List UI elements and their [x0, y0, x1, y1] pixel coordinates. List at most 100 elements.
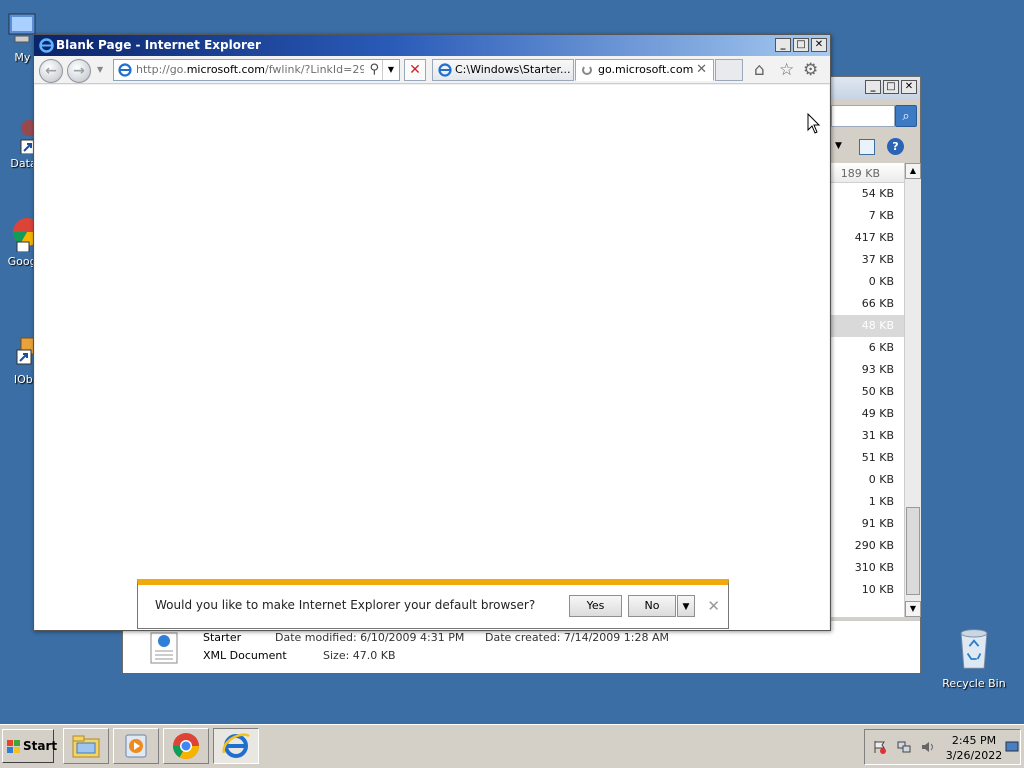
ie-page-icon	[118, 63, 132, 77]
taskbar-internet-explorer[interactable]	[213, 728, 259, 764]
tab-close-icon[interactable]: ✕	[696, 60, 707, 80]
desktop-icon-recycle-bin[interactable]: Recycle Bin	[939, 626, 1009, 690]
size-column-header[interactable]: 189 KB	[831, 163, 904, 183]
address-dropdown-icon[interactable]: ▼	[382, 60, 399, 80]
partial-size-label: 189 KB	[840, 167, 880, 180]
stop-icon: ✕	[409, 62, 421, 78]
recycle-bin-icon	[954, 626, 994, 674]
notification-close-icon[interactable]: ✕	[707, 597, 720, 615]
minimize-button[interactable]: _	[865, 80, 881, 94]
explorer-scrollbar[interactable]: ▲ ▼	[904, 163, 921, 617]
file-size: Size: 47.0 KB	[323, 649, 396, 662]
file-size-cell[interactable]: 310 KB	[831, 557, 904, 579]
explorer-search-input[interactable]	[831, 105, 895, 127]
volume-icon[interactable]	[921, 740, 935, 754]
date-modified: Date modified: 6/10/2009 4:31 PM	[275, 631, 465, 644]
file-size-cell[interactable]: 290 KB	[831, 535, 904, 557]
file-size-cell[interactable]: 31 KB	[831, 425, 904, 447]
ie-title-bar[interactable]: Blank Page - Internet Explorer _ □ ✕	[34, 35, 830, 56]
scroll-up-icon[interactable]: ▲	[905, 163, 921, 179]
file-size-cell[interactable]: 1 KB	[831, 491, 904, 513]
minimize-button[interactable]: _	[775, 38, 791, 52]
scroll-down-icon[interactable]: ▼	[905, 601, 921, 617]
windows-logo-icon	[7, 740, 20, 753]
file-size-cell[interactable]: 51 KB	[831, 447, 904, 469]
system-tray: 2:45 PM 3/26/2022	[864, 729, 1021, 765]
action-center-flag-icon[interactable]	[873, 740, 887, 754]
file-size-cell[interactable]: 93 KB	[831, 359, 904, 381]
ie-window-title: Blank Page - Internet Explorer	[56, 38, 261, 52]
scroll-thumb[interactable]	[906, 507, 920, 595]
back-button[interactable]: ←	[39, 59, 63, 83]
home-icon[interactable]: ⌂	[754, 61, 765, 79]
chrome-icon	[172, 733, 200, 760]
tab-windows-starter[interactable]: C:\Windows\Starter...	[432, 59, 574, 81]
iobit-shortcut-icon	[1, 334, 37, 370]
file-size-cell[interactable]: 50 KB	[831, 381, 904, 403]
file-type: XML Document	[203, 649, 287, 662]
history-dropdown-icon[interactable]: ▼	[97, 65, 103, 74]
folder-icon	[72, 735, 100, 758]
close-button[interactable]: ✕	[811, 38, 827, 52]
file-size-cell[interactable]: 49 KB	[831, 403, 904, 425]
no-button[interactable]: No	[628, 595, 676, 617]
maximize-button[interactable]: □	[883, 80, 899, 94]
file-name: Starter	[203, 631, 242, 644]
ie-window-controls: _ □ ✕	[775, 38, 827, 52]
ie-window[interactable]: Blank Page - Internet Explorer _ □ ✕ ← →…	[33, 34, 831, 631]
no-options-dropdown[interactable]: ▼	[677, 595, 695, 617]
explorer-file-list[interactable]: 189 KB 54 KB 7 KB 417 KB 37 KB 0 KB 66 KB 48 K…	[831, 163, 904, 617]
taskbar-file-explorer[interactable]	[63, 728, 109, 764]
file-size-cell[interactable]: 66 KB	[831, 293, 904, 315]
clock[interactable]: 2:45 PM 3/26/2022	[945, 733, 1003, 763]
chevron-down-icon[interactable]: ▼	[835, 141, 842, 151]
desktop-icon-label: Recycle Bin	[942, 677, 1006, 690]
ie-page-icon	[438, 63, 452, 77]
forward-button[interactable]: →	[67, 59, 91, 83]
tab-label: go.microsoft.com	[598, 63, 694, 76]
file-size-cell[interactable]: 7 KB	[831, 205, 904, 227]
media-player-icon	[125, 734, 147, 758]
file-size-cell[interactable]: 54 KB	[831, 183, 904, 205]
network-icon[interactable]	[897, 740, 911, 754]
favorites-star-icon[interactable]: ☆	[779, 61, 794, 79]
ie-navigation-bar: ← → ▼ http://go.microsoft.com/fwlink/?Li…	[34, 56, 830, 84]
date-created: Date created: 7/14/2009 1:28 AM	[485, 631, 670, 644]
url-suffix: /fwlink/?LinkId=299201	[265, 63, 364, 76]
tab-go-microsoft[interactable]: go.microsoft.com ✕	[575, 59, 714, 81]
xml-document-icon	[149, 631, 181, 665]
forward-arrow-icon: →	[73, 63, 85, 79]
start-button[interactable]: Start	[2, 729, 57, 763]
file-size-cell[interactable]: 37 KB	[831, 249, 904, 271]
address-bar[interactable]: http://go.microsoft.com/fwlink/?LinkId=2…	[113, 59, 400, 81]
settings-gear-icon[interactable]: ⚙	[803, 61, 818, 79]
url-domain: microsoft.com	[186, 63, 265, 76]
taskbar-media-player[interactable]	[113, 728, 159, 764]
file-size-cell[interactable]: 91 KB	[831, 513, 904, 535]
help-icon[interactable]: ?	[887, 138, 904, 155]
ie-page-content[interactable]	[35, 85, 829, 630]
taskbar-chrome[interactable]	[163, 728, 209, 764]
mouse-cursor-icon	[807, 113, 821, 134]
file-size-cell[interactable]: 10 KB	[831, 579, 904, 601]
file-size-cell[interactable]: 0 KB	[831, 469, 904, 491]
preview-pane-icon[interactable]	[859, 139, 875, 155]
close-button[interactable]: ✕	[901, 80, 917, 94]
default-browser-notification: Would you like to make Internet Explorer…	[137, 579, 729, 629]
stop-button[interactable]: ✕	[404, 59, 426, 81]
search-icon[interactable]: ⌕	[895, 105, 917, 127]
explorer-toolbar: ▼ ?	[831, 137, 919, 161]
file-size-cell[interactable]: 417 KB	[831, 227, 904, 249]
new-tab-button[interactable]	[715, 59, 743, 81]
clock-time: 2:45 PM	[951, 734, 997, 747]
file-size-cell[interactable]: 0 KB	[831, 271, 904, 293]
yes-button[interactable]: Yes	[569, 595, 622, 617]
address-url[interactable]: http://go.microsoft.com/fwlink/?LinkId=2…	[136, 63, 364, 76]
file-size-cell[interactable]: 48 KB	[831, 315, 904, 337]
show-desktop-icon[interactable]	[1005, 740, 1019, 754]
search-icon[interactable]: ⚲	[369, 62, 379, 77]
file-size-cell[interactable]: 6 KB	[831, 337, 904, 359]
tab-label: C:\Windows\Starter...	[455, 63, 571, 76]
maximize-button[interactable]: □	[793, 38, 809, 52]
chevron-down-icon: ▼	[682, 602, 690, 612]
